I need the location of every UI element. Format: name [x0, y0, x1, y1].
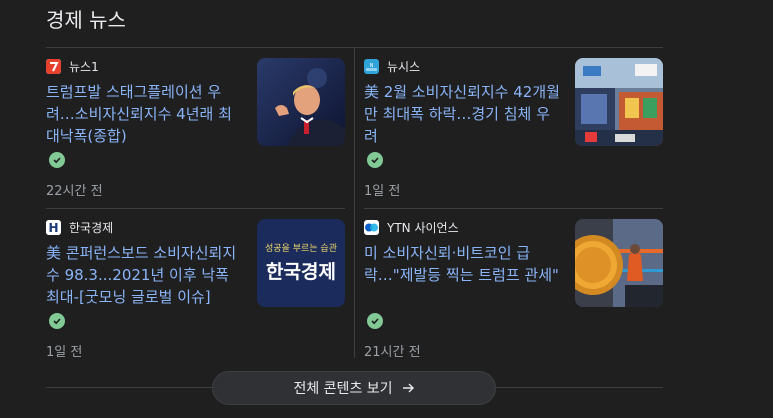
timestamp: 1일 전: [46, 345, 83, 360]
headline-link[interactable]: 미 소비자신뢰·비트코인 급락…"제발등 찍는 트럼프 관세": [364, 242, 560, 286]
source-name: YTN 사이언스: [387, 220, 459, 235]
news1-logo-icon: [46, 58, 61, 74]
hankyung-logo-icon: H: [46, 219, 61, 235]
source-name: 한국경제: [69, 220, 114, 235]
source-name: 뉴시스: [387, 59, 421, 74]
headline-link[interactable]: 트럼프발 스태그플레이션 우려…소비자신뢰지수 4년래 최대낙폭(종합): [46, 81, 242, 147]
verified-check-icon: [367, 313, 383, 329]
divider: [46, 208, 345, 209]
hankyung-brand-thumbnail[interactable]: 성공을 부르는 습관 한국경제: [257, 219, 345, 307]
headline-link[interactable]: 美 콘퍼런스보드 소비자신뢰지수 98.3...2021년 이후 낙폭 최대-[…: [46, 242, 242, 308]
svg-text:N: N: [370, 63, 374, 69]
news-source: YTN 사이언스: [364, 219, 459, 235]
store-photo-thumbnail[interactable]: [575, 58, 663, 146]
news-card[interactable]: N 뉴시스 美 2월 소비자신뢰지수 42개월만 최대폭 하락…경기 침체 우려…: [364, 55, 664, 205]
verified-check-icon: [49, 152, 65, 168]
section-title: 경제 뉴스: [46, 8, 126, 32]
news-source: 뉴스1: [46, 58, 99, 74]
news-card[interactable]: YTN 사이언스 미 소비자신뢰·비트코인 급락…"제발등 찍는 트럼프 관세"…: [364, 216, 664, 366]
news-source: N 뉴시스: [364, 58, 420, 74]
timestamp: 21시간 전: [364, 345, 421, 360]
svg-text:H: H: [48, 221, 58, 235]
column-divider: [354, 48, 355, 358]
ytn-logo-icon: [364, 219, 379, 235]
verified-check-icon: [367, 152, 383, 168]
thumb-title: 한국경제: [266, 261, 336, 283]
timestamp: 1일 전: [364, 184, 401, 199]
trump-photo-thumbnail[interactable]: [257, 58, 345, 146]
headline-link[interactable]: 美 2월 소비자신뢰지수 42개월만 최대폭 하락…경기 침체 우려: [364, 81, 560, 147]
verified-check-icon: [49, 313, 65, 329]
news-source: H 한국경제: [46, 219, 113, 235]
divider: [364, 208, 663, 209]
view-all-label: 전체 콘텐츠 보기: [293, 381, 393, 397]
news-card[interactable]: H 한국경제 美 콘퍼런스보드 소비자신뢰지수 98.3...2021년 이후 …: [46, 216, 346, 366]
source-name: 뉴스1: [69, 59, 99, 74]
arrow-right-icon: [401, 381, 415, 395]
news-card[interactable]: 뉴스1 트럼프발 스태그플레이션 우려…소비자신뢰지수 4년래 최대낙폭(종합)…: [46, 55, 346, 205]
view-all-content-button[interactable]: 전체 콘텐츠 보기: [212, 371, 496, 405]
timestamp: 22시간 전: [46, 184, 103, 199]
newsis-logo-icon: N: [364, 58, 379, 74]
bitcoin-photo-thumbnail[interactable]: [575, 219, 663, 307]
thumb-subtitle: 성공을 부르는 습관: [265, 244, 337, 254]
